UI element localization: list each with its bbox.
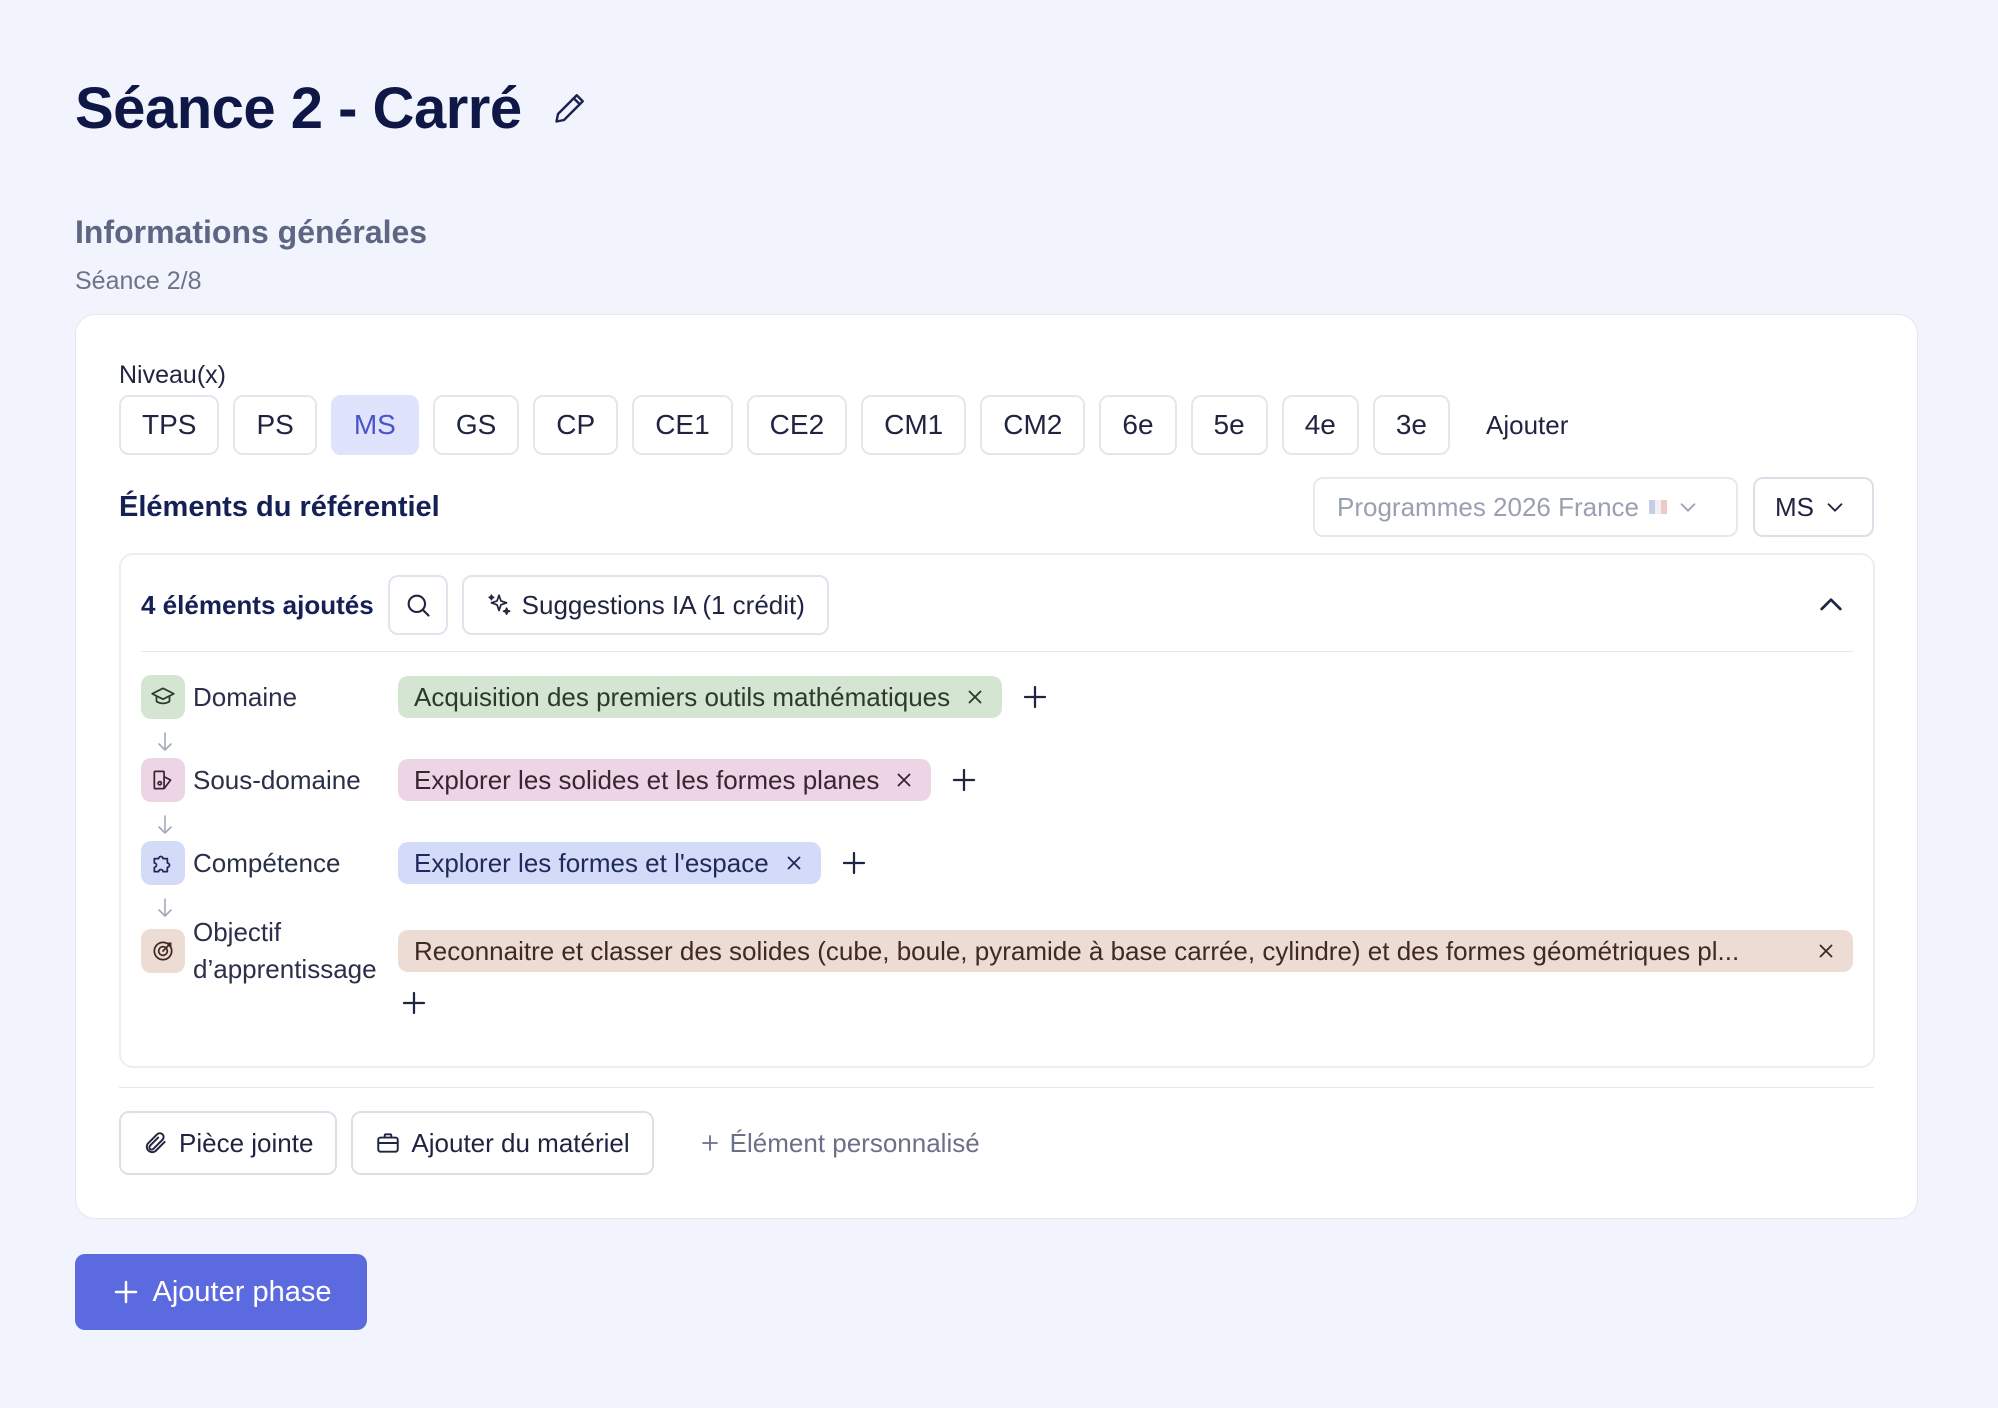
tag-label: Acquisition des premiers outils mathémat… [414, 681, 951, 712]
puzzle-icon [141, 841, 185, 885]
briefcase-icon [375, 1130, 401, 1156]
chevron-up-icon[interactable] [1815, 589, 1847, 621]
level-chip-ps[interactable]: PS [233, 395, 317, 455]
custom-element-label: Élément personnalisé [729, 1127, 980, 1158]
chevron-down-icon [1824, 496, 1846, 518]
add-phase-label: Ajouter phase [152, 1275, 332, 1308]
arrow-down-icon [155, 731, 175, 753]
add-domain-icon[interactable] [1020, 682, 1050, 712]
page: Séance 2 - Carré Informations générales … [75, 70, 1918, 1219]
referential-title: Éléments du référentiel [119, 491, 440, 523]
level-chip-6e[interactable]: 6e [1099, 395, 1177, 455]
level-chip-ms[interactable]: MS [330, 395, 419, 455]
tag-label: Explorer les solides et les formes plane… [414, 764, 880, 795]
row-label: Compétence [193, 847, 341, 878]
levels-label: Niveau(x) [119, 361, 226, 389]
section-title: Informations générales [75, 214, 428, 250]
chevron-down-icon [1677, 496, 1699, 518]
level-chip-cm2[interactable]: CM2 [980, 395, 1086, 455]
row-label: Objectif d’apprentissage [193, 917, 377, 984]
referential-panel-header: 4 éléments ajoutés Suggestions IA (1 cré… [141, 575, 1853, 635]
close-icon[interactable] [893, 769, 915, 791]
page-title: Séance 2 - Carré [75, 75, 522, 141]
target-icon [141, 929, 185, 973]
elements-count: 4 éléments ajoutés [141, 589, 374, 620]
custom-element-button[interactable]: Élément personnalisé [698, 1128, 980, 1159]
referential-row-objectif: Objectif d’apprentissage Reconnaitre et … [141, 914, 1853, 988]
divider [141, 651, 1853, 652]
arrow-down-icon [155, 814, 175, 836]
level-chip-tps[interactable]: TPS [119, 395, 220, 455]
level-chip-gs[interactable]: GS [432, 395, 520, 455]
level-chip-cp[interactable]: CP [533, 395, 619, 455]
competence-tag: Explorer les formes et l'espace [398, 842, 821, 884]
tag-label: Reconnaitre et classer des solides (cube… [414, 935, 1740, 966]
level-chip-4e[interactable]: 4e [1281, 395, 1359, 455]
level-chip-5e[interactable]: 5e [1190, 395, 1268, 455]
plus-icon [111, 1277, 141, 1307]
search-button[interactable] [387, 575, 448, 635]
level-select-value: MS [1775, 491, 1814, 522]
close-icon[interactable] [783, 852, 805, 874]
domain-tag: Acquisition des premiers outils mathémat… [398, 676, 1003, 718]
pencil-icon[interactable] [552, 90, 588, 126]
ai-suggestions-label: Suggestions IA (1 crédit) [521, 589, 805, 620]
graduation-cap-icon [141, 675, 185, 719]
divider [119, 1087, 1874, 1088]
referential-row-domaine: Domaine Acquisition des premiers outils … [141, 675, 1050, 719]
program-select[interactable]: Programmes 2026 France [1313, 477, 1738, 537]
tag-label: Explorer les formes et l'espace [414, 847, 769, 878]
ai-suggestions-button[interactable]: Suggestions IA (1 crédit) [461, 575, 829, 635]
plus-icon [698, 1131, 722, 1155]
france-flag-icon [1649, 500, 1668, 514]
general-info-card: Niveau(x) TPS PS MS GS CP CE1 CE2 CM1 CM… [75, 314, 1918, 1219]
add-material-button[interactable]: Ajouter du matériel [351, 1111, 654, 1175]
add-subdomain-icon[interactable] [949, 765, 979, 795]
add-phase-button[interactable]: Ajouter phase [75, 1254, 367, 1330]
referential-row-sous-domaine: Sous-domaine Explorer les solides et les… [141, 758, 979, 802]
session-counter: Séance 2/8 [75, 267, 202, 295]
title-row: Séance 2 - Carré [75, 70, 1918, 146]
objective-tag: Reconnaitre et classer des solides (cube… [398, 930, 1853, 972]
row-label: Sous-domaine [193, 764, 361, 795]
add-objective-icon[interactable] [399, 988, 429, 1018]
referential-panel: 4 éléments ajoutés Suggestions IA (1 cré… [119, 553, 1875, 1068]
referential-row-competence: Compétence Explorer les formes et l'espa… [141, 841, 869, 885]
close-icon[interactable] [964, 686, 986, 708]
attachment-label: Pièce jointe [179, 1127, 314, 1158]
level-chip-3e[interactable]: 3e [1372, 395, 1451, 455]
attachment-button[interactable]: Pièce jointe [119, 1111, 338, 1175]
add-level-button[interactable]: Ajouter [1486, 410, 1568, 441]
sparkles-icon [486, 592, 512, 618]
program-select-value: Programmes 2026 France [1337, 491, 1640, 522]
search-icon [404, 591, 432, 619]
level-chip-ce2[interactable]: CE2 [746, 395, 848, 455]
row-label: Domaine [193, 681, 298, 712]
add-material-label: Ajouter du matériel [411, 1127, 630, 1158]
level-chip-cm1[interactable]: CM1 [861, 395, 967, 455]
add-competence-icon[interactable] [839, 848, 869, 878]
level-select[interactable]: MS [1753, 477, 1874, 537]
level-chip-ce1[interactable]: CE1 [632, 395, 733, 455]
card-actions: Pièce jointe Ajouter du matériel Élément… [119, 1111, 980, 1175]
shapes-icon [141, 758, 185, 802]
close-icon[interactable] [1815, 940, 1837, 962]
levels-row: TPS PS MS GS CP CE1 CE2 CM1 CM2 6e 5e 4e… [119, 395, 1568, 455]
paperclip-icon [143, 1130, 169, 1156]
subdomain-tag: Explorer les solides et les formes plane… [398, 759, 932, 801]
